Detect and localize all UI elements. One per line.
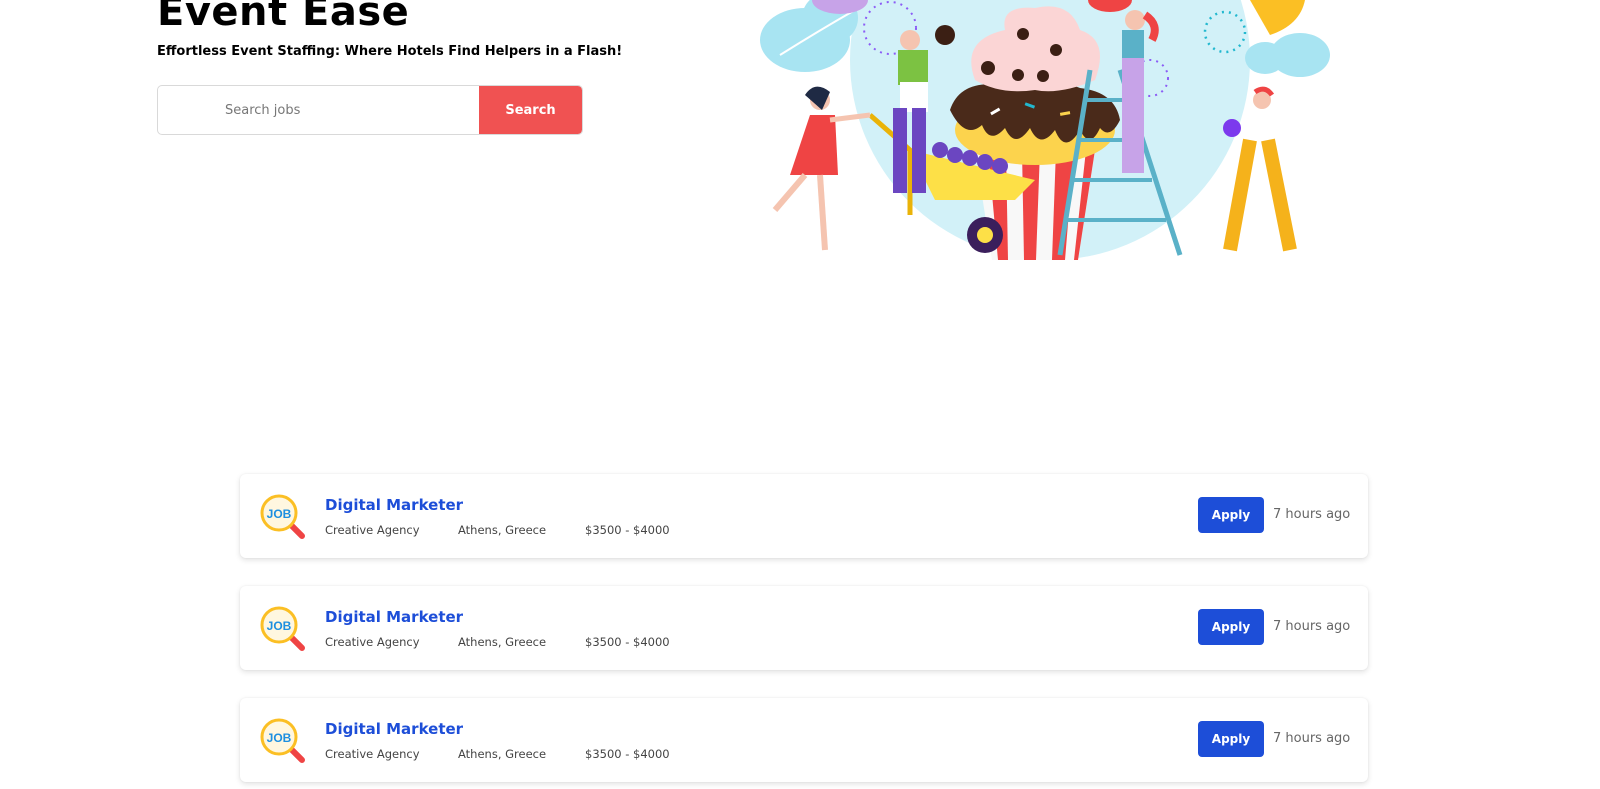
job-title[interactable]: Digital Marketer <box>325 720 463 738</box>
job-title[interactable]: Digital Marketer <box>325 608 463 626</box>
apply-button[interactable]: Apply <box>1198 721 1264 757</box>
job-posted-time: 7 hours ago <box>1273 731 1351 746</box>
job-posted-time: 7 hours ago <box>1273 619 1351 634</box>
job-title[interactable]: Digital Marketer <box>325 496 463 514</box>
hero-subtitle: Effortless Event Staffing: Where Hotels … <box>157 44 623 59</box>
search-button[interactable]: Search <box>479 86 582 134</box>
job-location: Athens, Greece <box>458 523 547 537</box>
job-card[interactable]: JOB Digital Marketer Creative Agency Ath… <box>240 586 1368 670</box>
svg-text:JOB: JOB <box>267 731 292 745</box>
job-card[interactable]: JOB Digital Marketer Creative Agency Ath… <box>240 698 1368 782</box>
job-posted-time: 7 hours ago <box>1273 507 1351 522</box>
search-input[interactable] <box>158 86 480 134</box>
svg-text:JOB: JOB <box>267 507 292 521</box>
job-salary: $3500 - $4000 <box>585 523 670 537</box>
job-company: Creative Agency <box>325 523 420 537</box>
party-illustration <box>760 0 1330 260</box>
job-search-icon: JOB <box>260 606 305 651</box>
apply-button[interactable]: Apply <box>1198 609 1264 645</box>
job-company: Creative Agency <box>325 747 420 761</box>
search-bar: Search <box>157 85 583 135</box>
job-salary: $3500 - $4000 <box>585 747 670 761</box>
job-search-icon: JOB <box>260 494 305 539</box>
page-title: Event Ease <box>157 0 410 35</box>
page: Event Ease Effortless Event Staffing: Wh… <box>0 0 1600 789</box>
apply-button[interactable]: Apply <box>1198 497 1264 533</box>
job-location: Athens, Greece <box>458 635 547 649</box>
job-company: Creative Agency <box>325 635 420 649</box>
job-card[interactable]: JOB Digital Marketer Creative Agency Ath… <box>240 474 1368 558</box>
job-search-icon: JOB <box>260 718 305 763</box>
job-location: Athens, Greece <box>458 747 547 761</box>
job-salary: $3500 - $4000 <box>585 635 670 649</box>
svg-text:JOB: JOB <box>267 619 292 633</box>
